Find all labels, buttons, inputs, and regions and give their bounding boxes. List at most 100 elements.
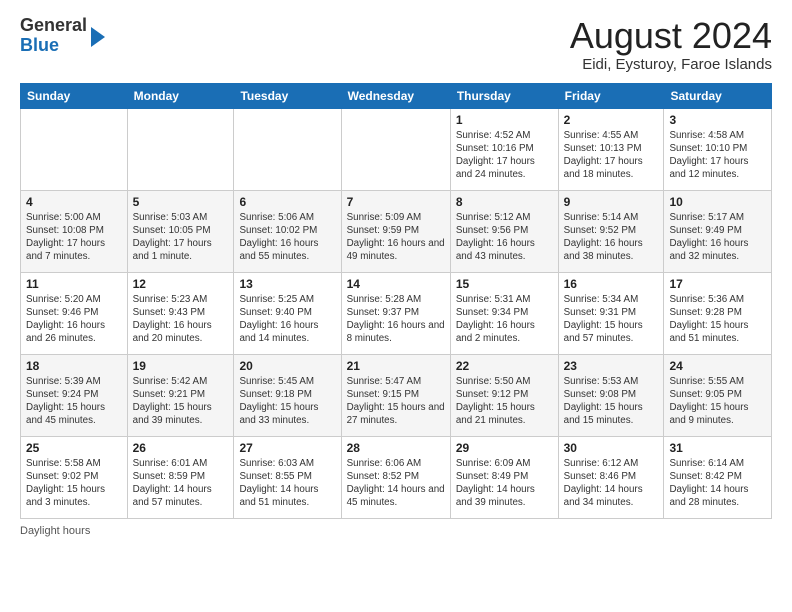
calendar-cell: 4 Sunrise: 5:00 AM Sunset: 10:08 PM Dayli… [21, 190, 128, 272]
day-number: 1 [456, 113, 553, 127]
calendar-cell: 28 Sunrise: 6:06 AM Sunset: 8:52 PM Dayli… [341, 436, 450, 518]
footer: Daylight hours [20, 525, 772, 537]
calendar-cell [234, 108, 341, 190]
calendar-cell: 25Sunrise: 5:58 AM Sunset: 9:02 PM Dayli… [21, 436, 128, 518]
day-number: 4 [26, 195, 122, 209]
calendar-cell: 27 Sunrise: 6:03 AM Sunset: 8:55 PM Dayli… [234, 436, 341, 518]
day-info: Sunrise: 4:52 AM Sunset: 10:16 PM Daylig… [456, 129, 553, 182]
calendar-cell: 2Sunrise: 4:55 AM Sunset: 10:13 PM Dayli… [558, 108, 664, 190]
calendar-cell: 13 Sunrise: 5:25 AM Sunset: 9:40 PM Dayli… [234, 272, 341, 354]
day-number: 7 [347, 195, 445, 209]
logo-arrow-icon [91, 27, 105, 47]
day-info: Sunrise: 6:09 AM Sunset: 8:49 PM Dayligh… [456, 457, 553, 510]
calendar-cell: 31 Sunrise: 6:14 AM Sunset: 8:42 PM Dayli… [664, 436, 772, 518]
page: General Blue August 2024 Eidi, Eysturoy,… [0, 0, 792, 547]
col-header-tuesday: Tuesday [234, 83, 341, 108]
day-info: Sunrise: 5:09 AM Sunset: 9:59 PM Dayligh… [347, 211, 445, 264]
day-number: 5 [133, 195, 229, 209]
day-info: Sunrise: 4:55 AM Sunset: 10:13 PM Daylig… [564, 129, 659, 182]
calendar-cell: 24 Sunrise: 5:55 AM Sunset: 9:05 PM Dayli… [664, 354, 772, 436]
calendar-cell [127, 108, 234, 190]
day-number: 27 [239, 441, 335, 455]
calendar-week-3: 11 Sunrise: 5:20 AM Sunset: 9:46 PM Dayli… [21, 272, 772, 354]
day-number: 23 [564, 359, 659, 373]
day-info: Sunrise: 6:01 AM Sunset: 8:59 PM Dayligh… [133, 457, 229, 510]
day-number: 14 [347, 277, 445, 291]
calendar-cell: 3 Sunrise: 4:58 AM Sunset: 10:10 PM Dayli… [664, 108, 772, 190]
day-number: 12 [133, 277, 229, 291]
day-info: Sunrise: 6:03 AM Sunset: 8:55 PM Dayligh… [239, 457, 335, 510]
calendar-cell: 18Sunrise: 5:39 AM Sunset: 9:24 PM Dayli… [21, 354, 128, 436]
calendar-table: SundayMondayTuesdayWednesdayThursdayFrid… [20, 83, 772, 519]
header: General Blue August 2024 Eidi, Eysturoy,… [20, 16, 772, 73]
day-info: Sunrise: 5:42 AM Sunset: 9:21 PM Dayligh… [133, 375, 229, 428]
day-info: Sunrise: 5:06 AM Sunset: 10:02 PM Daylig… [239, 211, 335, 264]
calendar-cell: 8 Sunrise: 5:12 AM Sunset: 9:56 PM Daylig… [450, 190, 558, 272]
calendar-cell: 12Sunrise: 5:23 AM Sunset: 9:43 PM Dayli… [127, 272, 234, 354]
day-info: Sunrise: 5:53 AM Sunset: 9:08 PM Dayligh… [564, 375, 659, 428]
day-info: Sunrise: 5:55 AM Sunset: 9:05 PM Dayligh… [669, 375, 766, 428]
day-number: 29 [456, 441, 553, 455]
calendar-cell: 19 Sunrise: 5:42 AM Sunset: 9:21 PM Dayli… [127, 354, 234, 436]
col-header-saturday: Saturday [664, 83, 772, 108]
col-header-wednesday: Wednesday [341, 83, 450, 108]
day-number: 22 [456, 359, 553, 373]
calendar-week-4: 18Sunrise: 5:39 AM Sunset: 9:24 PM Dayli… [21, 354, 772, 436]
calendar-cell: 5Sunrise: 5:03 AM Sunset: 10:05 PM Dayli… [127, 190, 234, 272]
calendar-cell: 26 Sunrise: 6:01 AM Sunset: 8:59 PM Dayli… [127, 436, 234, 518]
calendar-cell: 17Sunrise: 5:36 AM Sunset: 9:28 PM Dayli… [664, 272, 772, 354]
day-info: Sunrise: 5:12 AM Sunset: 9:56 PM Dayligh… [456, 211, 553, 264]
calendar-cell: 20Sunrise: 5:45 AM Sunset: 9:18 PM Dayli… [234, 354, 341, 436]
day-info: Sunrise: 5:25 AM Sunset: 9:40 PM Dayligh… [239, 293, 335, 346]
calendar-week-2: 4 Sunrise: 5:00 AM Sunset: 10:08 PM Dayli… [21, 190, 772, 272]
day-number: 8 [456, 195, 553, 209]
calendar-cell [341, 108, 450, 190]
day-info: Sunrise: 4:58 AM Sunset: 10:10 PM Daylig… [669, 129, 766, 182]
day-number: 20 [239, 359, 335, 373]
day-info: Sunrise: 5:00 AM Sunset: 10:08 PM Daylig… [26, 211, 122, 264]
day-number: 26 [133, 441, 229, 455]
calendar-cell: 22Sunrise: 5:50 AM Sunset: 9:12 PM Dayli… [450, 354, 558, 436]
day-number: 13 [239, 277, 335, 291]
day-info: Sunrise: 5:17 AM Sunset: 9:49 PM Dayligh… [669, 211, 766, 264]
calendar-cell: 14 Sunrise: 5:28 AM Sunset: 9:37 PM Dayli… [341, 272, 450, 354]
day-number: 3 [669, 113, 766, 127]
logo-text: General Blue [20, 16, 87, 56]
logo: General Blue [20, 16, 105, 56]
col-header-thursday: Thursday [450, 83, 558, 108]
title-block: August 2024 Eidi, Eysturoy, Faroe Island… [570, 16, 772, 73]
day-number: 11 [26, 277, 122, 291]
logo-blue: Blue [20, 35, 59, 55]
calendar-week-1: 1 Sunrise: 4:52 AM Sunset: 10:16 PM Dayli… [21, 108, 772, 190]
day-number: 6 [239, 195, 335, 209]
day-info: Sunrise: 5:58 AM Sunset: 9:02 PM Dayligh… [26, 457, 122, 510]
day-info: Sunrise: 5:28 AM Sunset: 9:37 PM Dayligh… [347, 293, 445, 346]
day-number: 30 [564, 441, 659, 455]
day-number: 15 [456, 277, 553, 291]
day-number: 24 [669, 359, 766, 373]
day-number: 28 [347, 441, 445, 455]
month-year: August 2024 [570, 16, 772, 56]
day-info: Sunrise: 5:20 AM Sunset: 9:46 PM Dayligh… [26, 293, 122, 346]
day-number: 31 [669, 441, 766, 455]
calendar-cell: 6 Sunrise: 5:06 AM Sunset: 10:02 PM Dayli… [234, 190, 341, 272]
col-header-friday: Friday [558, 83, 664, 108]
day-number: 19 [133, 359, 229, 373]
day-info: Sunrise: 6:06 AM Sunset: 8:52 PM Dayligh… [347, 457, 445, 510]
day-info: Sunrise: 5:14 AM Sunset: 9:52 PM Dayligh… [564, 211, 659, 264]
col-header-sunday: Sunday [21, 83, 128, 108]
day-number: 9 [564, 195, 659, 209]
calendar-cell: 15 Sunrise: 5:31 AM Sunset: 9:34 PM Dayli… [450, 272, 558, 354]
day-info: Sunrise: 5:31 AM Sunset: 9:34 PM Dayligh… [456, 293, 553, 346]
calendar-week-5: 25Sunrise: 5:58 AM Sunset: 9:02 PM Dayli… [21, 436, 772, 518]
daylight-label: Daylight hours [20, 525, 90, 537]
calendar-cell: 29 Sunrise: 6:09 AM Sunset: 8:49 PM Dayli… [450, 436, 558, 518]
day-info: Sunrise: 6:14 AM Sunset: 8:42 PM Dayligh… [669, 457, 766, 510]
calendar-cell: 11 Sunrise: 5:20 AM Sunset: 9:46 PM Dayli… [21, 272, 128, 354]
day-info: Sunrise: 5:39 AM Sunset: 9:24 PM Dayligh… [26, 375, 122, 428]
logo-general: General [20, 15, 87, 35]
day-number: 21 [347, 359, 445, 373]
calendar-cell: 1 Sunrise: 4:52 AM Sunset: 10:16 PM Dayli… [450, 108, 558, 190]
calendar-cell [21, 108, 128, 190]
calendar-cell: 21Sunrise: 5:47 AM Sunset: 9:15 PM Dayli… [341, 354, 450, 436]
